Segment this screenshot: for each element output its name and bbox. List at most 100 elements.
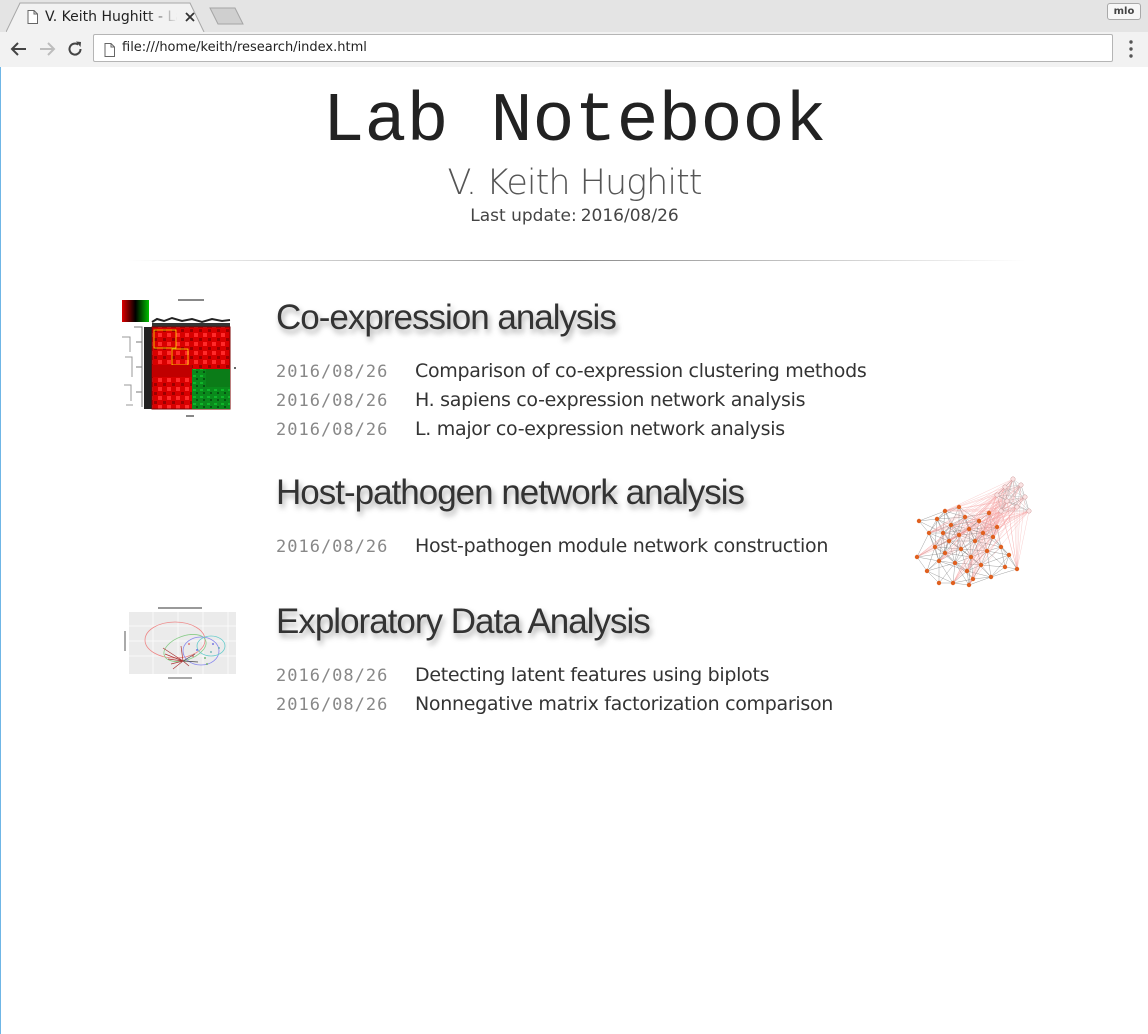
header-divider	[126, 260, 1026, 261]
tab-title-fade	[146, 6, 178, 28]
network-node	[994, 524, 1000, 530]
network-node	[1010, 476, 1016, 482]
network-node	[1004, 498, 1010, 504]
network-node	[990, 534, 996, 540]
network-edge	[926, 570, 940, 584]
network-node	[966, 582, 972, 588]
entry-date: 2016/08/26	[276, 666, 389, 686]
network-node	[976, 518, 982, 524]
network-node	[962, 514, 968, 520]
biplot-image	[123, 606, 238, 681]
entry-link[interactable]: H. sapiens co-expression network analysi…	[415, 389, 806, 411]
tab-active[interactable]: V. Keith Hughitt - Lab Notebook	[6, 2, 208, 32]
network-node	[1002, 564, 1008, 570]
network-edge	[918, 520, 930, 534]
network-node	[958, 546, 964, 552]
entry-date: 2016/08/26	[276, 391, 389, 411]
network-node	[914, 554, 920, 560]
network-node	[1026, 508, 1032, 514]
author-name: V. Keith Hughitt	[447, 163, 702, 203]
toolbar: file:///home/keith/research/index.html	[0, 32, 1148, 67]
last-update: Last update: 2016/08/26	[1, 205, 1148, 227]
network-node	[950, 580, 956, 586]
profile-button[interactable]: mlo	[1107, 3, 1141, 20]
kebab-menu-icon	[1129, 40, 1133, 58]
network-node	[924, 568, 930, 574]
section-heading-eda: Exploratory Data Analysis	[276, 602, 651, 641]
network-edge	[916, 556, 928, 572]
network-node	[1014, 504, 1020, 510]
list-item: 2016/08/26 Detecting latent features usin…	[276, 664, 770, 688]
section-heading-co-expression: Co-expression analysis	[276, 298, 617, 337]
address-bar[interactable]: file:///home/keith/research/index.html	[93, 34, 1113, 62]
reload-button[interactable]	[65, 39, 85, 59]
list-item: 2016/08/26 Nonnegative matrix factorizati…	[276, 693, 833, 717]
page-icon	[27, 10, 38, 24]
network-node	[942, 550, 948, 556]
last-update-label: Last update:	[470, 206, 577, 226]
new-tab-button[interactable]	[209, 7, 245, 25]
section-heading-host-pathogen: Host-pathogen network analysis	[276, 473, 745, 512]
network-edge	[952, 582, 970, 586]
close-icon[interactable]	[183, 10, 197, 24]
network-node	[936, 580, 942, 586]
page-icon	[104, 42, 115, 57]
network-node	[932, 544, 938, 550]
network-node	[968, 554, 974, 560]
tab-strip: V. Keith Hughitt - Lab Notebook mlo	[0, 0, 1148, 32]
browser-chrome: V. Keith Hughitt - Lab Notebook mlo file…	[0, 0, 1148, 67]
last-update-date: 2016/08/26	[580, 206, 679, 226]
list-item: 2016/08/26 H. sapiens co-expression netwo…	[276, 389, 806, 413]
network-node	[1014, 566, 1020, 572]
heatmap-thumbnail[interactable]	[122, 297, 239, 422]
list-item: 2016/08/26 Comparison of co-expression cl…	[276, 360, 867, 384]
network-node	[1006, 552, 1012, 558]
entry-date: 2016/08/26	[276, 537, 389, 557]
back-button[interactable]	[9, 39, 29, 59]
network-node	[916, 518, 922, 524]
menu-button[interactable]	[1123, 38, 1139, 60]
network-edge	[1016, 510, 1030, 570]
heatmap-image	[122, 299, 236, 417]
network-node	[986, 510, 992, 516]
url-text: file:///home/keith/research/index.html	[122, 40, 367, 55]
forward-button[interactable]	[37, 39, 57, 59]
network-node	[936, 558, 942, 564]
network-edge	[916, 556, 940, 562]
list-item: 2016/08/26 Host-pathogen module network c…	[276, 535, 828, 559]
network-graph-thumbnail[interactable]	[909, 471, 1037, 593]
network-node	[970, 576, 976, 582]
network-node	[998, 508, 1004, 514]
page-content: Lab Notebook V. Keith Hughitt Last updat…	[1, 67, 1148, 1034]
entry-date: 2016/08/26	[276, 695, 389, 715]
network-node	[988, 574, 994, 580]
entry-link[interactable]: Comparison of co-expression clustering m…	[415, 360, 867, 382]
entry-date: 2016/08/26	[276, 420, 389, 440]
entry-link[interactable]: L. major co-expression network analysis	[415, 418, 785, 440]
network-node	[984, 548, 990, 554]
network-node	[1022, 494, 1028, 500]
network-node	[946, 538, 952, 544]
list-item: 2016/08/26 L. major co-expression network…	[276, 418, 785, 442]
entry-link[interactable]: Detecting latent features using biplots	[415, 664, 770, 686]
network-node	[952, 560, 958, 566]
reload-icon	[68, 41, 82, 56]
entry-date: 2016/08/26	[276, 362, 389, 382]
network-graph-image	[914, 476, 1032, 588]
network-node	[972, 538, 978, 544]
entry-link[interactable]: Host-pathogen module network constructio…	[415, 535, 828, 557]
biplot-thumbnail[interactable]	[123, 606, 238, 681]
network-node	[940, 530, 946, 536]
network-node	[964, 568, 970, 574]
arrow-left-icon	[10, 42, 26, 56]
network-node	[980, 530, 986, 536]
network-node	[926, 530, 932, 536]
entry-link[interactable]: Nonnegative matrix factorization compari…	[415, 693, 833, 715]
network-node	[934, 516, 940, 522]
network-edge	[990, 568, 1018, 578]
arrow-right-icon	[40, 42, 56, 56]
network-node	[956, 504, 962, 510]
network-node	[942, 508, 948, 514]
network-node	[1018, 482, 1024, 488]
network-node	[1002, 484, 1008, 490]
